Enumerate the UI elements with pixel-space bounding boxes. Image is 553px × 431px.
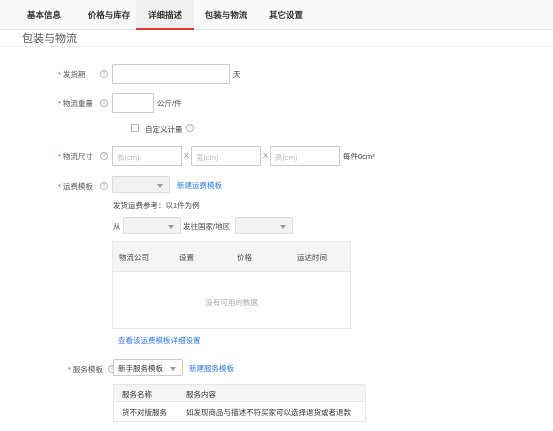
help-icon[interactable]: ?	[100, 99, 108, 107]
volume-text: 每件0cm³	[343, 152, 375, 161]
divider	[0, 46, 553, 47]
length-placeholder: 长(cm)	[117, 153, 140, 162]
shipping-template-detail-link[interactable]: 查看该运费模板详细设置	[118, 335, 201, 346]
empty-state-text: 没有可用的数据	[205, 298, 258, 307]
height-placeholder: 高(cm)	[275, 153, 298, 162]
chevron-down-icon	[157, 184, 163, 188]
length-input[interactable]: 长(cm)	[112, 146, 182, 166]
service-table: 服务名称 服务内容 货不对版服务 如发现商品与描述不符买家可以选择退货或者退款	[113, 384, 366, 424]
column-header: 运达时间	[297, 253, 327, 262]
help-icon[interactable]: ?	[100, 182, 108, 190]
table-cell: 如发现商品与描述不符买家可以选择退货或者退款	[186, 408, 351, 417]
from-label: 从	[113, 222, 121, 231]
chevron-down-icon	[280, 225, 286, 229]
to-country-select[interactable]	[235, 217, 293, 234]
required-mark: *	[58, 70, 61, 79]
column-header: 物流公司	[119, 253, 149, 262]
table-header: 物流公司 设置 价格 运达时间	[113, 242, 350, 272]
dimension-separator: X	[263, 151, 269, 160]
help-icon[interactable]: ?	[100, 152, 108, 160]
shipping-fee-table: 物流公司 设置 价格 运达时间 没有可用的数据	[112, 241, 351, 329]
new-service-template-link[interactable]: 新建服务模板	[189, 363, 234, 374]
tab-bar: 基本信息 价格与库存 详细描述 包装与物流 其它设置	[0, 0, 553, 30]
help-icon[interactable]: ?	[100, 70, 108, 78]
dimension-separator: X	[184, 151, 190, 160]
dimensions-label: * 物流尺寸	[58, 151, 93, 162]
tab-packaging-logistics[interactable]: 包装与物流	[198, 0, 254, 30]
shipping-reference-text: 发货运费参考：以1件为例	[113, 201, 200, 210]
tab-price-stock[interactable]: 价格与库存	[76, 0, 142, 30]
tab-detail-description[interactable]: 详细描述	[136, 0, 194, 30]
to-country-label: 发往国家/地区	[183, 222, 231, 231]
required-mark: *	[58, 99, 61, 108]
section-title: 包装与物流	[22, 33, 77, 45]
column-header: 服务名称	[122, 390, 152, 399]
custom-weight-label: 自定义计量	[145, 125, 183, 134]
weight-label: * 物流重量	[58, 98, 93, 109]
chevron-down-icon	[170, 367, 176, 371]
new-shipping-template-link[interactable]: 新建运费模板	[177, 180, 222, 191]
service-template-select[interactable]: 新手服务模板	[113, 359, 183, 376]
table-row: 货不对版服务 如发现商品与描述不符买家可以选择退货或者退款	[113, 402, 366, 422]
custom-weight-checkbox[interactable]	[131, 124, 139, 132]
service-template-label: * 服务模板	[68, 364, 103, 375]
shipping-template-select[interactable]	[112, 176, 170, 193]
chevron-down-icon	[168, 225, 174, 229]
service-template-label-text: 服务模板	[72, 365, 103, 374]
tab-basic-info[interactable]: 基本信息	[18, 0, 70, 30]
shipping-template-label: * 运费模板	[58, 181, 93, 192]
height-input[interactable]: 高(cm)	[270, 146, 340, 166]
column-header: 设置	[179, 253, 194, 262]
from-select[interactable]	[123, 217, 181, 234]
ship-period-unit: 天	[233, 70, 241, 79]
required-mark: *	[68, 365, 71, 374]
dimensions-label-text: 物流尺寸	[62, 152, 93, 161]
tab-other-settings[interactable]: 其它设置	[262, 0, 310, 30]
ship-period-label-text: 发货期	[62, 70, 86, 79]
width-input[interactable]: 宽(cm)	[191, 146, 261, 166]
width-placeholder: 宽(cm)	[196, 153, 219, 162]
ship-period-label: * 发货期	[58, 69, 85, 80]
table-header: 服务名称 服务内容	[113, 384, 366, 402]
weight-input[interactable]	[112, 93, 154, 113]
weight-unit: 公斤/件	[157, 99, 182, 108]
shipping-template-label-text: 运费模板	[62, 182, 93, 191]
column-header: 价格	[237, 253, 252, 262]
service-template-value: 新手服务模板	[118, 364, 163, 373]
weight-label-text: 物流重量	[62, 99, 93, 108]
help-icon[interactable]: ?	[186, 124, 194, 132]
table-cell: 货不对版服务	[122, 408, 167, 417]
ship-period-input[interactable]	[112, 64, 230, 84]
required-mark: *	[58, 182, 61, 191]
required-mark: *	[58, 152, 61, 161]
column-header: 服务内容	[186, 390, 216, 399]
